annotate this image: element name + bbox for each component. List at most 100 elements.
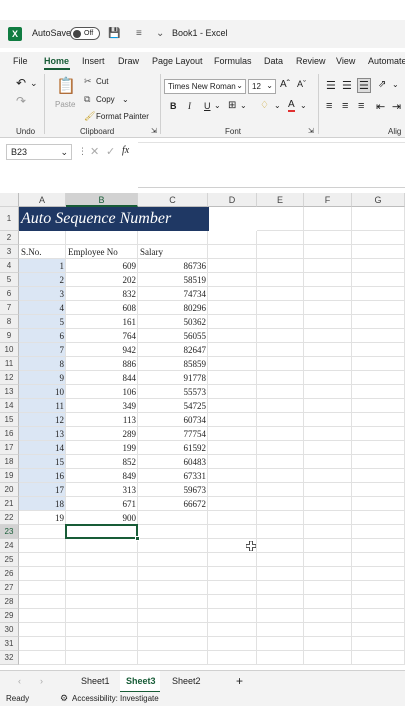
grid-cell[interactable] — [257, 609, 304, 623]
underline-dropdown-icon[interactable]: ⌄ — [214, 101, 221, 110]
grid-cell[interactable] — [208, 455, 257, 469]
align-right-icon[interactable]: ≡ — [358, 100, 364, 112]
row-header[interactable]: 32 — [0, 651, 19, 665]
grid-cell[interactable] — [352, 399, 405, 413]
table-cell[interactable]: 942 — [66, 343, 138, 357]
row-header[interactable]: 10 — [0, 343, 19, 357]
table-cell[interactable]: 82647 — [138, 343, 208, 357]
grid-cell[interactable] — [352, 651, 405, 665]
grid-cell[interactable] — [66, 651, 138, 665]
decrease-indent-icon[interactable]: ⇤ — [376, 100, 385, 113]
grid-cell[interactable] — [304, 623, 352, 637]
grid-cell[interactable] — [352, 637, 405, 651]
table-cell[interactable]: 349 — [66, 399, 138, 413]
grid-cell[interactable] — [257, 637, 304, 651]
grid-cell[interactable] — [304, 371, 352, 385]
grid-cell[interactable] — [19, 581, 66, 595]
table-cell[interactable]: 289 — [66, 427, 138, 441]
grid-cell[interactable] — [304, 483, 352, 497]
grid-cell[interactable] — [208, 357, 257, 371]
table-cell[interactable]: 6 — [19, 329, 66, 343]
font-color-icon[interactable]: A — [288, 99, 295, 112]
table-cell[interactable]: 91778 — [138, 371, 208, 385]
grid-cell[interactable] — [257, 539, 304, 553]
active-cell-b23[interactable] — [65, 524, 138, 539]
table-cell[interactable]: 50362 — [138, 315, 208, 329]
row-header[interactable]: 22 — [0, 511, 19, 525]
grid-cell[interactable] — [257, 399, 304, 413]
grid-cell[interactable] — [352, 595, 405, 609]
row-header[interactable]: 31 — [0, 637, 19, 651]
row-header[interactable]: 21 — [0, 497, 19, 511]
table-cell[interactable]: 106 — [66, 385, 138, 399]
grid-cell[interactable] — [352, 301, 405, 315]
grid-cell[interactable] — [208, 525, 257, 539]
grid-cell[interactable] — [208, 343, 257, 357]
table-cell[interactable]: 1 — [19, 259, 66, 273]
grid-cell[interactable] — [208, 245, 257, 259]
tab-draw[interactable]: Draw — [118, 56, 139, 66]
grid-cell[interactable] — [304, 399, 352, 413]
borders-dropdown-icon[interactable]: ⌄ — [240, 101, 247, 110]
cut-button[interactable]: Cut — [96, 77, 108, 86]
autosave-toggle[interactable]: Off — [70, 27, 100, 40]
row-header[interactable]: 15 — [0, 413, 19, 427]
table-cell[interactable]: 161 — [66, 315, 138, 329]
grid-cell[interactable] — [138, 567, 208, 581]
grid-cell[interactable] — [257, 231, 304, 245]
grid-cell[interactable] — [66, 553, 138, 567]
grid-cell[interactable] — [352, 567, 405, 581]
grid-cell[interactable] — [257, 525, 304, 539]
grid-cell[interactable] — [304, 497, 352, 511]
grid-cell[interactable] — [352, 483, 405, 497]
grid-cell[interactable] — [304, 469, 352, 483]
clipboard-icon[interactable]: 📋 — [56, 76, 76, 96]
row-header[interactable]: 27 — [0, 581, 19, 595]
table-cell[interactable]: 852 — [66, 455, 138, 469]
select-all-corner[interactable] — [0, 193, 19, 207]
table-cell[interactable]: 16 — [19, 469, 66, 483]
grid-cell[interactable] — [304, 357, 352, 371]
grid-cell[interactable] — [352, 427, 405, 441]
grid-cell[interactable] — [66, 581, 138, 595]
table-cell[interactable]: 55573 — [138, 385, 208, 399]
column-header[interactable]: D — [208, 193, 257, 207]
grid-cell[interactable] — [257, 329, 304, 343]
grid-cell[interactable] — [19, 567, 66, 581]
grid-cell[interactable] — [66, 609, 138, 623]
table-cell[interactable]: 3 — [19, 287, 66, 301]
table-cell[interactable]: 67331 — [138, 469, 208, 483]
grid-cell[interactable] — [257, 651, 304, 665]
tab-file[interactable]: File — [13, 56, 28, 66]
align-left-icon[interactable]: ≡ — [326, 100, 332, 112]
grid-cell[interactable] — [208, 315, 257, 329]
grid-cell[interactable] — [304, 427, 352, 441]
grid-cell[interactable] — [19, 553, 66, 567]
grid-cell[interactable] — [257, 413, 304, 427]
row-header[interactable]: 12 — [0, 371, 19, 385]
row-header[interactable]: 17 — [0, 441, 19, 455]
table-cell[interactable]: 2 — [19, 273, 66, 287]
align-middle-icon[interactable]: ☰ — [342, 79, 352, 92]
row-header[interactable]: 28 — [0, 595, 19, 609]
row-header[interactable]: 30 — [0, 623, 19, 637]
table-cell[interactable]: 86736 — [138, 259, 208, 273]
accessibility-status[interactable]: Accessibility: Investigate — [72, 694, 159, 703]
table-cell[interactable]: 844 — [66, 371, 138, 385]
table-cell[interactable]: 61592 — [138, 441, 208, 455]
save-icon[interactable]: 💾 — [108, 28, 120, 39]
row-header[interactable]: 2 — [0, 231, 19, 245]
table-cell[interactable]: 80296 — [138, 301, 208, 315]
grid-cell[interactable] — [208, 399, 257, 413]
table-cell[interactable]: 10 — [19, 385, 66, 399]
grid-cell[interactable] — [352, 441, 405, 455]
grid-cell[interactable] — [304, 245, 352, 259]
grid-cell[interactable] — [208, 273, 257, 287]
grid-cell[interactable] — [304, 441, 352, 455]
grid-cell[interactable] — [352, 609, 405, 623]
grid-cell[interactable] — [352, 357, 405, 371]
table-cell[interactable]: 59673 — [138, 483, 208, 497]
grid-cell[interactable] — [352, 553, 405, 567]
fill-dropdown-icon[interactable]: ⌄ — [274, 101, 281, 110]
grid-cell[interactable] — [208, 595, 257, 609]
